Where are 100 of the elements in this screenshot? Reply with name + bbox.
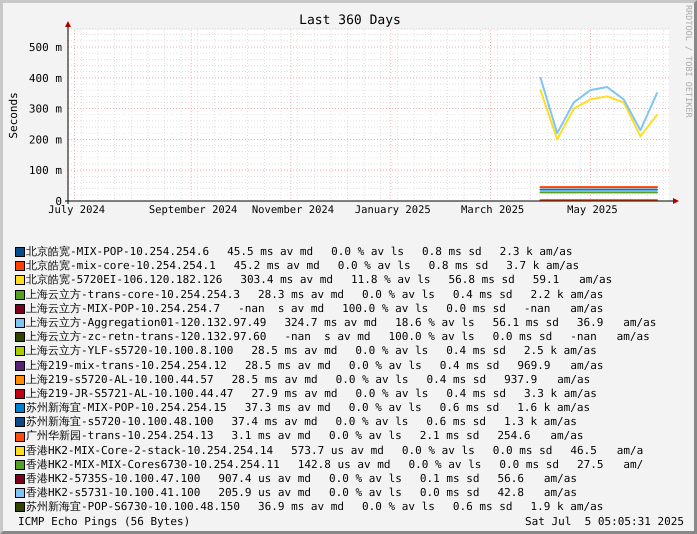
- legend-label: 上海云立方-YLF-s5720-10.100.8.100: [26, 344, 234, 359]
- legend-label: 苏州新海宜-POP-S6730-10.100.48.150: [26, 500, 240, 515]
- legend-stat: 18.6 % av ls: [395, 316, 475, 330]
- legend-stat: 0.0 % av ls: [348, 358, 422, 373]
- legend-stat: 1.6 k am/as: [517, 401, 590, 416]
- legend-stat: 36.9 am/as: [576, 316, 656, 330]
- legend-stat: 142.8 us av md: [298, 458, 391, 472]
- legend-label: 上海219-s5720-AL-10.100.44.57: [26, 372, 214, 387]
- legend-stat: 28.5 ms av md: [251, 344, 338, 359]
- axis-tick-label: 100 m: [28, 164, 62, 178]
- legend-stat: 3.7 k am/as: [506, 259, 580, 274]
- legend-stat: 56.6 am/as: [498, 472, 577, 486]
- legend-stat: 907.4 us av md: [218, 472, 312, 486]
- legend-stat: 303.4 ms av md: [240, 273, 334, 288]
- legend-stat: 0.4 ms sd: [426, 372, 486, 387]
- legend-label: 上海云立方-trans-core-10.254.254.3: [26, 288, 240, 302]
- legend-stat: 28.3 ms av md: [258, 288, 344, 302]
- legend-stat: 0.0 ms sd: [446, 302, 506, 316]
- legend-stat: 0.4 ms sd: [440, 358, 500, 373]
- legend-stat: 45.5 ms av md: [227, 245, 314, 260]
- legend-stat: 969.9 am/as: [517, 358, 604, 373]
- legend-stat: 254.6 am/as: [497, 429, 584, 444]
- legend-label: 苏州新海宜-MIX-POP-10.254.254.15: [26, 401, 227, 416]
- axis-tick-label: 500 m: [28, 41, 62, 54]
- legend-label: 上海云立方-Aggregation01-120.132.97.49: [26, 316, 266, 330]
- legend-stat: 0.6 ms sd: [440, 401, 500, 416]
- legend-stat: 2.1 ms sd: [420, 429, 480, 444]
- legend-stat: 573.7 us av md: [291, 444, 384, 458]
- legend-stat: 0.8 ms sd: [428, 259, 488, 274]
- legend-stat: 100.0 % av ls: [342, 302, 428, 316]
- legend-label: 上海云立方-zc-retn-trans-120.132.97.60: [26, 330, 266, 344]
- credit-text: RRDTOOL / TOBI OETIKER: [683, 5, 693, 118]
- axis-tick-label: 400 m: [28, 72, 62, 85]
- legend-stat: 0.8 ms sd: [422, 245, 482, 260]
- legend-label: 香港HK2-5735S-10.100.47.100: [26, 472, 200, 486]
- legend-stat: 59.1 am/as: [532, 273, 612, 288]
- legend-stat: 1.9 k am/as: [530, 500, 604, 515]
- legend-stat: 0.1 ms sd: [420, 472, 480, 486]
- legend-stat: 0.0 % av ls: [336, 415, 408, 430]
- legend-stat: 0.0 % av ls: [402, 444, 475, 458]
- axis-tick-label: 300 m: [28, 102, 62, 116]
- legend-stat: 0.0 % av ls: [408, 458, 482, 472]
- legend-stat: 28.5 ms av md: [232, 372, 318, 387]
- legend-stat: 0.0 % av ls: [328, 429, 402, 444]
- legend-stat: 0.0 % av ls: [355, 344, 428, 359]
- legend-label: 北京皓宽-5720EI-106.120.182.126: [26, 273, 222, 288]
- axis-tick-label: 200 m: [28, 133, 62, 146]
- legend-stat: 0.0 % av ls: [356, 386, 428, 402]
- axis-tick-label: January 2025: [354, 204, 431, 216]
- legend-stat: 0.0 % av ls: [362, 288, 435, 302]
- legend-label: 香港HK2-MIX-MIX-Cores6730-10.254.254.11: [26, 458, 280, 472]
- legend-stat: 37.4 ms av md: [231, 415, 318, 430]
- legend-stat: 1.3 k am/as: [504, 415, 577, 430]
- legend-stat: 0.0 ms sd: [499, 458, 559, 472]
- legend-stat: 28.5 ms av md: [244, 358, 331, 373]
- legend-label: 上海219-JR-S5721-AL-10.100.44.47: [26, 386, 234, 402]
- legend-label: 上海219-mix-trans-10.254.254.12: [26, 358, 227, 373]
- legend-stat: 37.3 ms av md: [244, 401, 331, 416]
- legend-label: 苏州新海宜-s5720-10.100.48.100: [26, 415, 214, 430]
- legend-label: 北京皓宽-mix-core-10.254.254.1: [26, 259, 216, 274]
- legend-stat: 0.6 ms sd: [426, 415, 486, 430]
- legend-stat: -nan am/as: [570, 330, 650, 344]
- legend-stat: 0.0 ms sd: [492, 444, 552, 458]
- legend-stat: 0.4 ms sd: [446, 344, 506, 359]
- axis-title: Seconds: [7, 92, 20, 139]
- legend-stat: 56.8 ms sd: [448, 273, 515, 288]
- timestamp: Sat Jul 5 05:05:31 2025: [525, 514, 684, 529]
- legend-stat: 0.6 ms sd: [452, 500, 513, 515]
- legend-stat: -nan s av md: [238, 302, 324, 316]
- legend-stat: 2.3 k am/as: [500, 245, 572, 260]
- legend-stat: 36.9 ms av md: [258, 500, 344, 515]
- legend-stat: 0.0 ms sd: [420, 486, 480, 500]
- legend-stat: 46.5 am/a: [570, 444, 644, 458]
- legend-label: 北京皓宽-MIX-POP-10.254.254.6: [26, 245, 210, 260]
- legend-stat: 100.0 % av ls: [388, 330, 475, 344]
- legend-stat: -nan s av md: [284, 330, 371, 344]
- legend-stat: 0.0 % av ls: [338, 259, 411, 274]
- legend-stat: 3.3 k am/as: [524, 386, 597, 402]
- legend-stat: 324.7 ms av md: [284, 316, 378, 330]
- legend-stat: 42.8 am/as: [498, 486, 577, 500]
- legend-stat: 0.0 % av ls: [362, 500, 435, 515]
- legend-label: 广州华新园-trans-10.254.254.13: [26, 429, 214, 444]
- legend-stat: 45.2 ms av md: [234, 259, 320, 274]
- legend-stat: 937.9 am/as: [504, 372, 590, 387]
- legend-stat: 2.2 k am/as: [530, 288, 604, 302]
- legend-stat: 27.9 ms av md: [251, 386, 338, 402]
- legend-stat: 0.0 % av ls: [348, 401, 422, 416]
- legend-label: 上海云立方-MIX-POP-10.254.254.7: [26, 302, 220, 316]
- legend-label: 香港HK2-s5731-10.100.41.100: [26, 486, 200, 500]
- legend-stat: 0.4 ms sd: [452, 288, 513, 302]
- graph-caption: ICMP Echo Pings (56 Bytes): [18, 514, 190, 529]
- legend-stat: 0.4 ms sd: [446, 386, 506, 402]
- legend-stat: 0.0 % av ls: [329, 472, 402, 486]
- legend-stat: 0.0 % av ls: [336, 372, 409, 387]
- axis-tick-label: September 2024: [148, 204, 238, 216]
- legend-stat: 0.0 % av ls: [331, 245, 404, 260]
- legend-stat: 0.0 % av ls: [329, 486, 402, 500]
- legend-stat: 56.1 ms sd: [492, 316, 559, 330]
- legend-stat: -nan am/as: [524, 302, 604, 316]
- axis-tick-label: May 2025: [567, 204, 618, 216]
